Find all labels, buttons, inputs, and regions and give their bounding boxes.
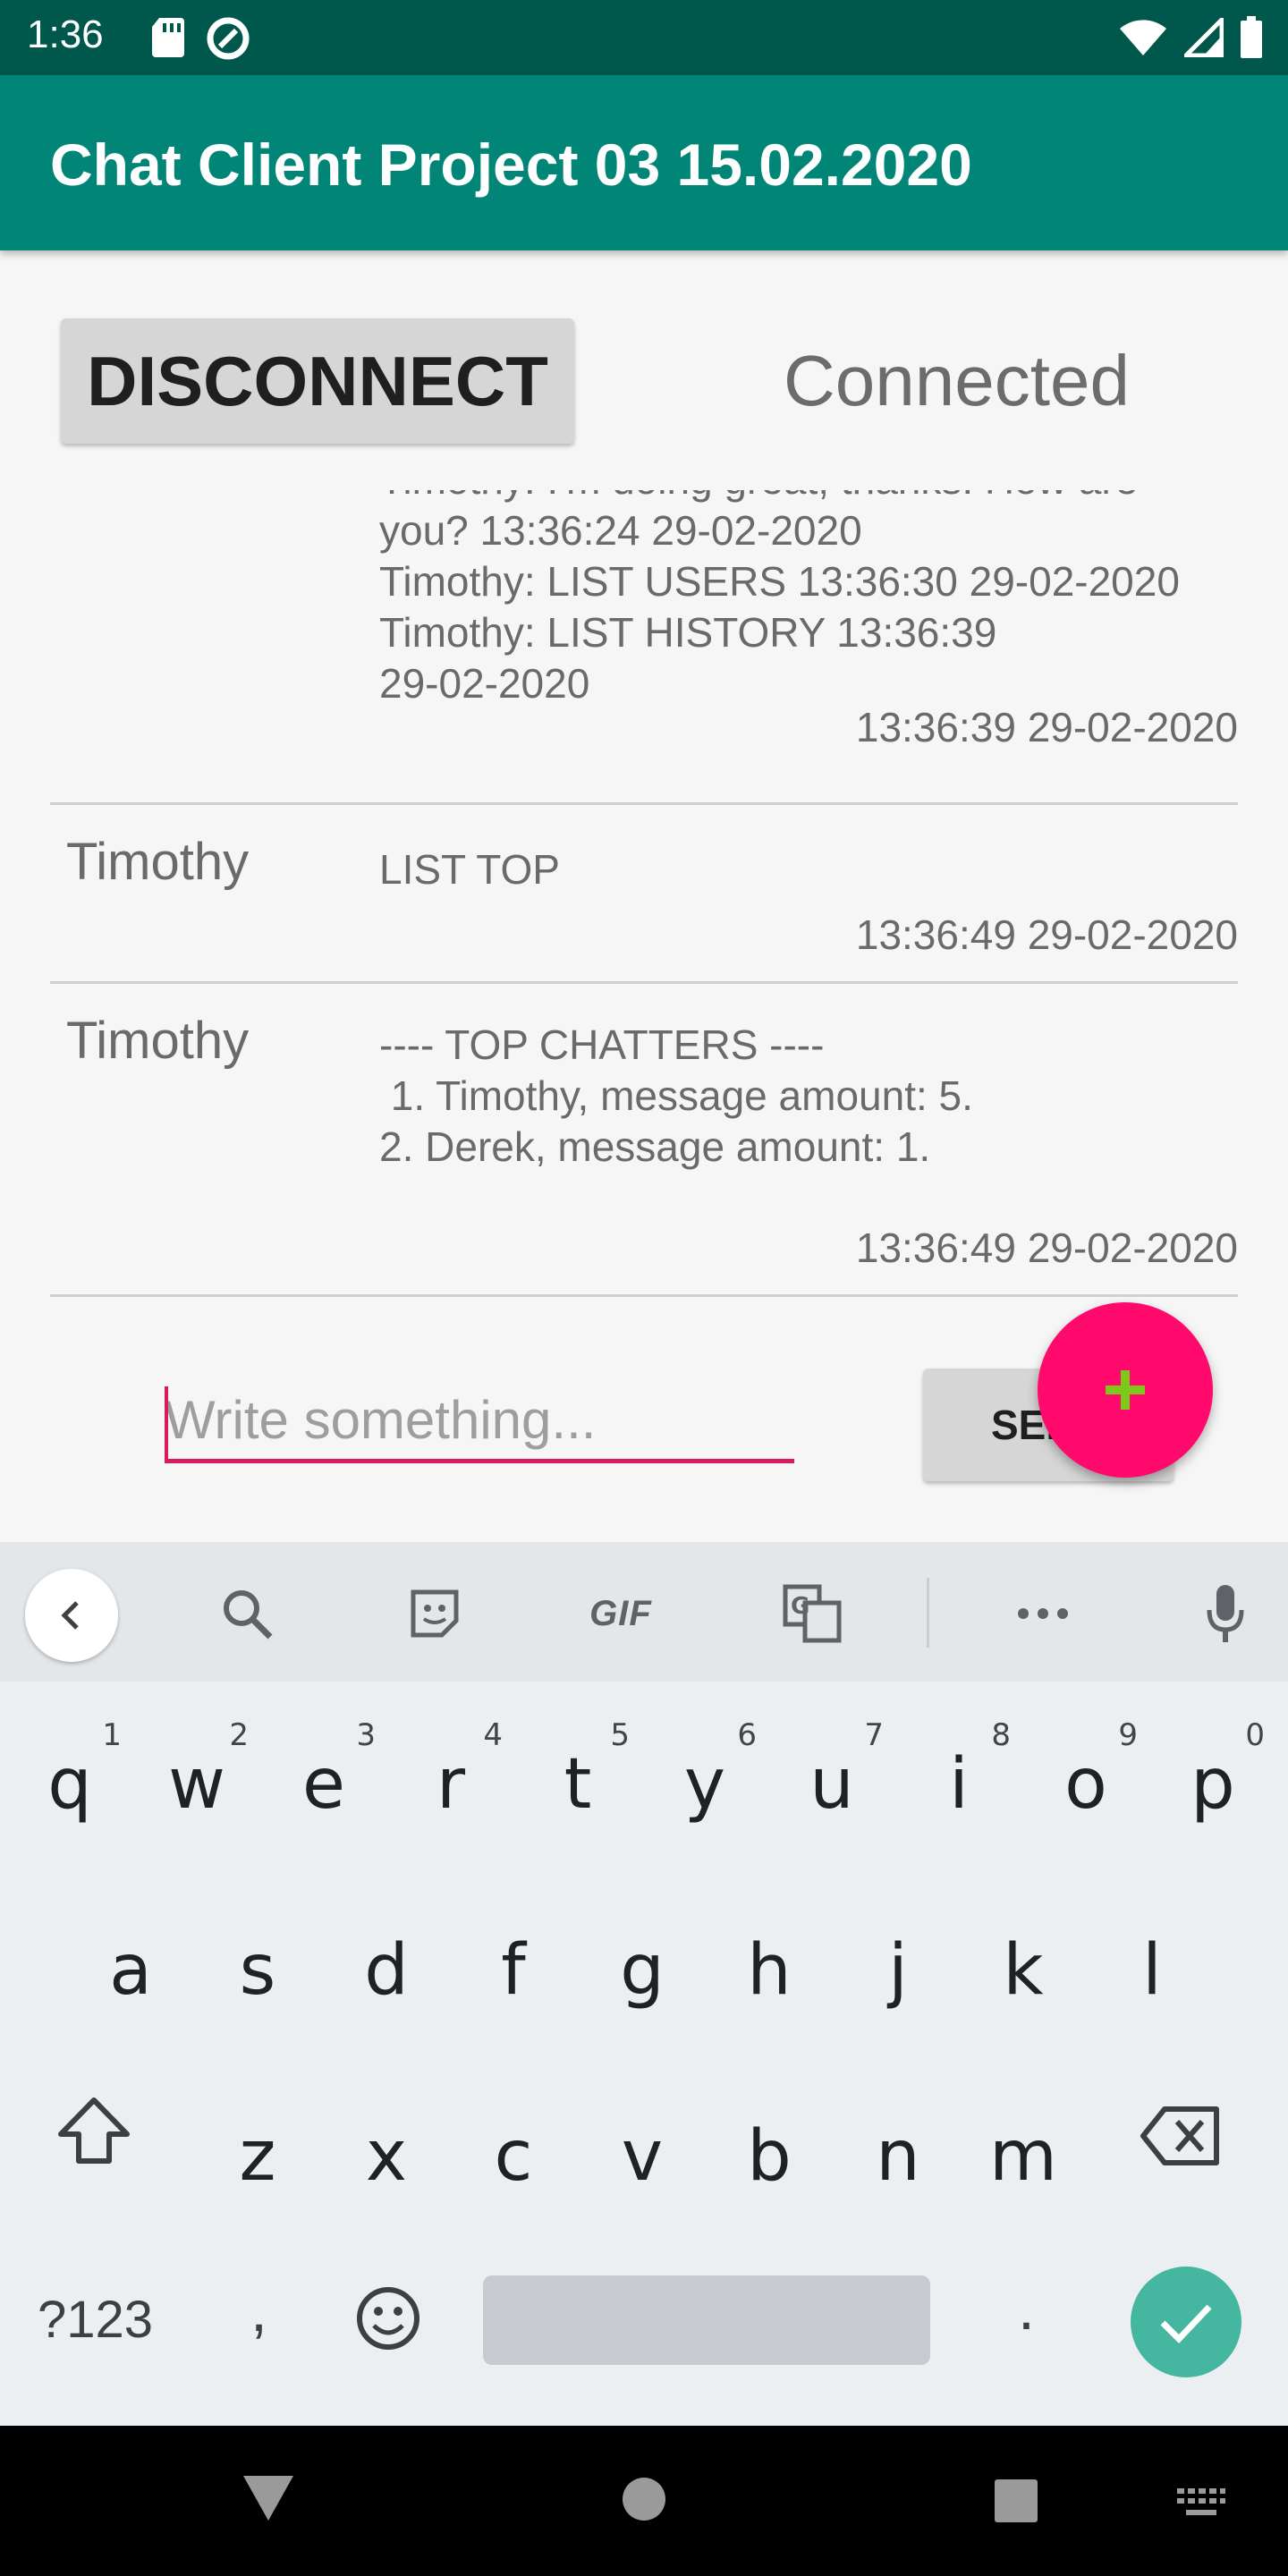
battery-icon	[1241, 16, 1262, 58]
svg-text:G: G	[791, 1593, 809, 1620]
navigation-bar	[0, 2426, 1288, 2576]
space-key[interactable]	[483, 2275, 930, 2365]
message-input[interactable]	[165, 1381, 794, 1463]
checkmark-icon	[1160, 2304, 1212, 2344]
status-bar: 1:36	[0, 0, 1288, 75]
key-t[interactable]: 5t	[515, 1692, 640, 1853]
translate-icon: G	[783, 1584, 842, 1643]
key-a[interactable]: a	[68, 1878, 193, 2039]
backspace-icon	[1140, 2106, 1219, 2165]
message-text: ---- TOP CHATTERS ---- 1. Timothy, messa…	[379, 1021, 973, 1170]
signal-icon	[1184, 18, 1224, 57]
soft-keyboard: GIF G 1q 2w 3e 4r 5t 6y 7u 8i 9o 0p a s …	[0, 1542, 1288, 2426]
keyboard-toolbar: GIF G	[0, 1542, 1288, 1682]
sd-card-icon	[152, 18, 184, 57]
key-l[interactable]: l	[1089, 1878, 1215, 2039]
key-p[interactable]: 0p	[1150, 1692, 1275, 1853]
microphone-icon	[1207, 1585, 1244, 1642]
key-n[interactable]: n	[835, 2064, 961, 2225]
wifi-icon	[1120, 20, 1166, 55]
key-r[interactable]: 4r	[388, 1692, 513, 1853]
shift-key[interactable]	[55, 2095, 145, 2184]
data-saver-icon	[207, 17, 250, 60]
key-f[interactable]: f	[451, 1878, 576, 2039]
enter-key[interactable]	[1131, 2267, 1241, 2377]
keyboard-sticker-button[interactable]	[399, 1581, 470, 1646]
text-cursor	[165, 1386, 168, 1460]
connection-status: Connected	[784, 341, 1130, 420]
key-i[interactable]: 8i	[896, 1692, 1021, 1853]
disconnect-button[interactable]: DISCONNECT	[61, 318, 574, 444]
backspace-key[interactable]	[1138, 2104, 1236, 2175]
app-bar: Chat Client Project 03 15.02.2020	[0, 75, 1288, 250]
key-h[interactable]: h	[707, 1878, 832, 2039]
key-o[interactable]: 9o	[1023, 1692, 1148, 1853]
message-item: Timothy LIST TOP 13:36:49 29-02-2020	[50, 805, 1238, 984]
recents-nav-icon[interactable]	[993, 2478, 1039, 2524]
gif-label: GIF	[589, 1593, 652, 1633]
message-item: Timothy: I'm doing great, thanks. How ar…	[50, 490, 1238, 805]
message-time: 13:36:49 29-02-2020	[855, 1224, 1238, 1271]
key-v[interactable]: v	[580, 2064, 705, 2225]
plus-icon	[1106, 1370, 1145, 1410]
keyboard-switch-icon[interactable]	[1175, 2487, 1227, 2519]
message-text: LIST TOP	[379, 846, 560, 893]
key-x[interactable]: x	[324, 2064, 449, 2225]
key-u[interactable]: 7u	[769, 1692, 894, 1853]
message-time: 13:36:39 29-02-2020	[855, 704, 1238, 750]
chevron-left-icon	[61, 1601, 79, 1630]
key-j[interactable]: j	[835, 1878, 961, 2039]
status-time: 1:36	[27, 13, 104, 56]
emoji-icon	[357, 2287, 419, 2350]
message-sender: Timothy	[66, 1012, 250, 1070]
shift-icon	[58, 2097, 130, 2164]
message-list[interactable]: Timothy: I'm doing great, thanks. How ar…	[0, 490, 1288, 1302]
keyboard-voice-button[interactable]	[1190, 1581, 1261, 1646]
key-s[interactable]: s	[195, 1878, 320, 2039]
key-b[interactable]: b	[707, 2064, 832, 2225]
key-k[interactable]: k	[961, 1878, 1086, 2039]
message-sender: Timothy	[66, 833, 250, 891]
keyboard-more-button[interactable]	[1007, 1581, 1079, 1646]
emoji-key[interactable]	[354, 2284, 422, 2357]
key-z[interactable]: z	[195, 2064, 320, 2225]
key-w[interactable]: 2w	[134, 1692, 259, 1853]
period-key[interactable]: .	[1018, 2274, 1035, 2343]
add-fab-button[interactable]	[1038, 1302, 1213, 1478]
toolbar-divider	[927, 1578, 929, 1648]
key-g[interactable]: g	[580, 1878, 705, 2039]
message-text: Timothy: I'm doing great, thanks. How ar…	[379, 490, 1180, 707]
sticker-icon	[411, 1589, 459, 1638]
toolbar-back-button[interactable]	[25, 1569, 118, 1662]
key-e[interactable]: 3e	[261, 1692, 386, 1853]
home-nav-icon[interactable]	[621, 2476, 667, 2522]
key-c[interactable]: c	[451, 2064, 576, 2225]
keyboard-search-button[interactable]	[211, 1581, 283, 1646]
keyboard-gif-button[interactable]: GIF	[580, 1581, 662, 1646]
key-q[interactable]: 1q	[7, 1692, 132, 1853]
key-d[interactable]: d	[324, 1878, 449, 2039]
composer: SEND	[0, 1302, 1288, 1542]
more-horizontal-icon	[1018, 1608, 1068, 1619]
symbols-key[interactable]: ?123	[38, 2290, 153, 2350]
search-icon	[224, 1590, 273, 1640]
message-time: 13:36:49 29-02-2020	[855, 911, 1238, 958]
message-item: Timothy ---- TOP CHATTERS ---- 1. Timoth…	[50, 984, 1238, 1297]
back-nav-icon[interactable]	[240, 2472, 297, 2524]
key-y[interactable]: 6y	[642, 1692, 767, 1853]
key-m[interactable]: m	[961, 2064, 1086, 2225]
app-title: Chat Client Project 03 15.02.2020	[50, 131, 972, 198]
comma-key[interactable]: ,	[250, 2275, 267, 2345]
keyboard-translate-button[interactable]: G	[776, 1581, 848, 1646]
